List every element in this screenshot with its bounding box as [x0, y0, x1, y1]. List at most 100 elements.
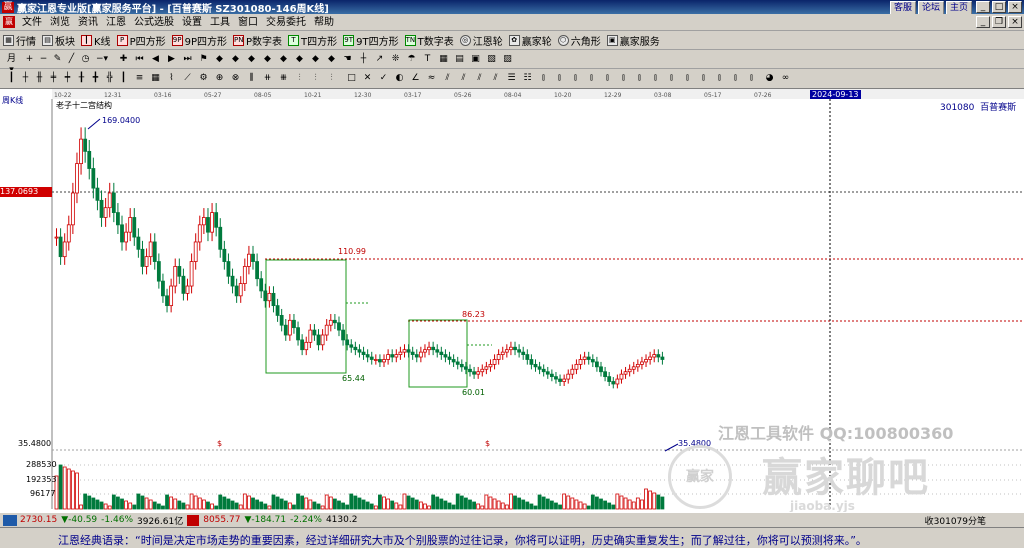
ladder-tool-16-icon[interactable]: ⫾ [746, 73, 757, 84]
pen-icon[interactable]: ✎ [52, 54, 63, 65]
line-tool-icon[interactable]: ╱ [66, 54, 77, 65]
comb-tool-2-icon[interactable]: ⧻ [278, 73, 289, 84]
ladder-tool-13-icon[interactable]: ⫾ [698, 73, 709, 84]
kline-chart[interactable]: 10-22 12-31 03-16 05-27 08-05 10-21 12-30 03-17… [0, 89, 1024, 513]
last-bar-icon[interactable]: ⏭ [182, 54, 193, 65]
comb-tool-1-icon[interactable]: ⧺ [262, 73, 273, 84]
crosshair-tool-icon[interactable]: ┼ [358, 54, 369, 65]
calendar-tool-icon[interactable]: ▤ [454, 54, 465, 65]
ladder-tool-11-icon[interactable]: ⫾ [666, 73, 677, 84]
arc-tool-icon[interactable]: ☂ [406, 54, 417, 65]
diamond-tool-3-icon[interactable]: ◆ [246, 54, 257, 65]
toolbar-blocks-button[interactable]: ▤ 板块 [42, 33, 75, 48]
child-restore-button[interactable]: ❐ [992, 16, 1006, 28]
clock-icon[interactable]: ◷ [80, 54, 91, 65]
menu-file[interactable]: 文件 [18, 15, 46, 30]
fib-tool-icon[interactable]: ⊕ [214, 73, 225, 84]
hand-tool-icon[interactable]: ☚ [342, 54, 353, 65]
channel-tool-2-icon[interactable]: ⫽ [458, 73, 469, 84]
spiral-tool-icon[interactable]: ◐ [394, 73, 405, 84]
menu-gann[interactable]: 江恩 [102, 15, 130, 30]
diamond-tool-7-icon[interactable]: ◆ [310, 54, 321, 65]
slope-tool-icon[interactable]: ⟋ [182, 73, 193, 84]
ladder-tool-4-icon[interactable]: ⫾ [554, 73, 565, 84]
cross-red-icon[interactable]: ✕ [362, 73, 373, 84]
trend-tool-icon[interactable]: ↗ [374, 54, 385, 65]
maximize-button[interactable]: □ [992, 1, 1006, 13]
diamond-tool-8-icon[interactable]: ◆ [326, 54, 337, 65]
ladder-tool-1-icon[interactable]: ☰ [506, 73, 517, 84]
toolbar-winner-wheel-button[interactable]: ✿ 赢家轮 [508, 33, 552, 48]
zoom-out-icon[interactable]: − [38, 54, 49, 65]
zoom-in-icon[interactable]: + [24, 54, 35, 65]
sh-index[interactable]: 2730.15 [20, 515, 57, 525]
toolbar-t-table-button[interactable]: TN T数字表 [404, 33, 454, 48]
wave-tool-icon[interactable]: ≈ [426, 73, 437, 84]
box-tool-icon[interactable]: ▣ [470, 54, 481, 65]
toolbar-p-square-button[interactable]: P P四方形 [116, 33, 166, 48]
pie-tool-icon[interactable]: ◕ [764, 73, 775, 84]
toolbar-t-square-button[interactable]: T T四方形 [288, 33, 337, 48]
save-tool-icon[interactable]: ▧ [486, 54, 497, 65]
prev-bar-icon[interactable]: ◀ [150, 54, 161, 65]
diamond-tool-4-icon[interactable]: ◆ [262, 54, 273, 65]
bar-tool-9-icon[interactable]: ┃ [118, 73, 129, 84]
flag-icon[interactable]: ⚑ [198, 54, 209, 65]
menu-settings[interactable]: 设置 [178, 15, 206, 30]
time-tool-icon[interactable]: ⊗ [230, 73, 241, 84]
toolbar-kline-button[interactable]: ┃ K线 [81, 33, 111, 48]
grid-tool-icon[interactable]: ▦ [150, 73, 161, 84]
ladder-tool-8-icon[interactable]: ⫾ [618, 73, 629, 84]
bar-tool-4-icon[interactable]: ╪ [48, 73, 59, 84]
diamond-tool-5-icon[interactable]: ◆ [278, 54, 289, 65]
toolbar-gann-wheel-button[interactable]: ◎ 江恩轮 [459, 33, 503, 48]
comb-tool-5-icon[interactable]: ⫶ [326, 73, 337, 84]
channel-tool-1-icon[interactable]: ⫽ [442, 73, 453, 84]
link-home[interactable]: 主页 [945, 1, 972, 15]
menu-help[interactable]: 帮助 [310, 15, 338, 30]
ladder-tool-7-icon[interactable]: ⫾ [602, 73, 613, 84]
sz-index[interactable]: 8055.77 [203, 515, 240, 525]
diamond-tool-6-icon[interactable]: ◆ [294, 54, 305, 65]
menu-browse[interactable]: 浏览 [46, 15, 74, 30]
period-dropdown[interactable]: 月▾ [6, 54, 17, 75]
diamond-tool-2-icon[interactable]: ◆ [230, 54, 241, 65]
channel-tool-4-icon[interactable]: ⫽ [490, 73, 501, 84]
ladder-tool-2-icon[interactable]: ☷ [522, 73, 533, 84]
toolbar-p-table-button[interactable]: PN P数字表 [233, 33, 282, 48]
split-tool-icon[interactable]: ⫼ [246, 73, 257, 84]
toolbar-9p-square-button[interactable]: 9P 9P四方形 [171, 33, 227, 48]
line-type-dropdown[interactable]: −▾ [96, 54, 108, 65]
ladder-tool-15-icon[interactable]: ⫾ [730, 73, 741, 84]
first-bar-icon[interactable]: ⏮ [134, 54, 145, 65]
erase-tool-icon[interactable]: ▨ [502, 54, 513, 65]
close-button[interactable]: × [1008, 1, 1022, 13]
check-tool-icon[interactable]: ✓ [378, 73, 389, 84]
angle-tool-icon[interactable]: ∠ [410, 73, 421, 84]
comb-tool-3-icon[interactable]: ⫶ [294, 73, 305, 84]
bar-tool-6-icon[interactable]: ╂ [76, 73, 87, 84]
toolbar-quotes-button[interactable]: ▦ 行情 [3, 33, 36, 48]
text-tool-icon[interactable]: T [422, 54, 433, 65]
infinity-tool-icon[interactable]: ∞ [780, 73, 791, 84]
bar-tool-7-icon[interactable]: ╋ [90, 73, 101, 84]
stack-tool-icon[interactable]: ≡ [134, 73, 145, 84]
fan-tool-icon[interactable]: ❊ [390, 54, 401, 65]
ladder-tool-9-icon[interactable]: ⫾ [634, 73, 645, 84]
gear-icon[interactable]: ⚙ [198, 73, 209, 84]
rect-tool-icon[interactable]: □ [346, 73, 357, 84]
bar-tool-1-icon[interactable]: ┃ [6, 73, 17, 84]
menu-tools[interactable]: 工具 [206, 15, 234, 30]
ladder-tool-3-icon[interactable]: ⫾ [538, 73, 549, 84]
bar-tool-8-icon[interactable]: ╬ [104, 73, 115, 84]
link-kefu[interactable]: 客服 [889, 1, 916, 15]
menu-trade[interactable]: 交易委托 [262, 15, 310, 30]
cross-tool-icon[interactable]: ✚ [118, 54, 129, 65]
next-bar-icon[interactable]: ▶ [166, 54, 177, 65]
ladder-tool-12-icon[interactable]: ⫾ [682, 73, 693, 84]
diamond-tool-1-icon[interactable]: ◆ [214, 54, 225, 65]
toolbar-hexagon-button[interactable]: ⬡ 六角形 [557, 33, 601, 48]
ladder-tool-5-icon[interactable]: ⫾ [570, 73, 581, 84]
child-close-button[interactable]: × [1008, 16, 1022, 28]
channel-tool-3-icon[interactable]: ⫽ [474, 73, 485, 84]
